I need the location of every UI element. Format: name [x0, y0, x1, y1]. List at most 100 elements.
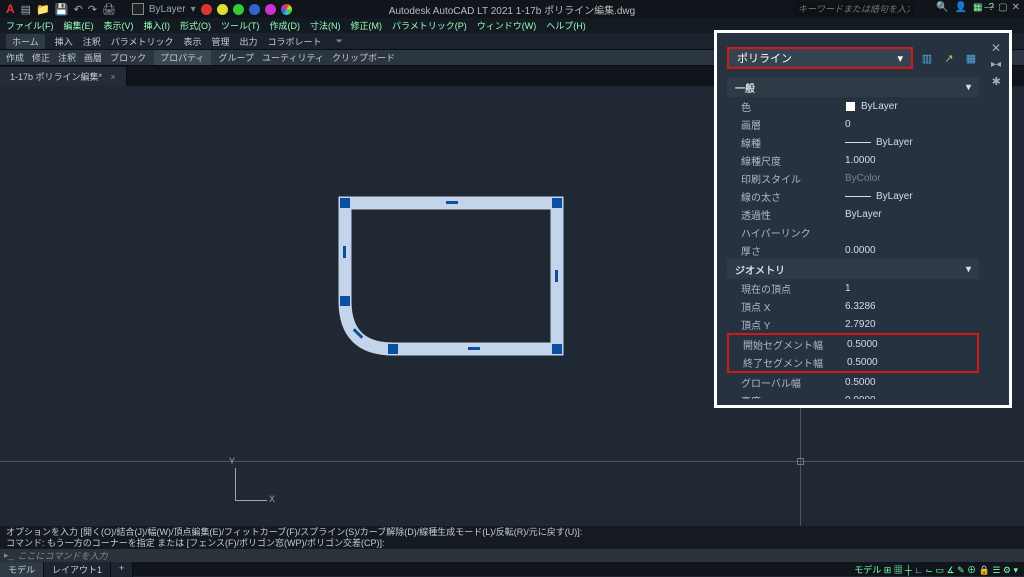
property-value[interactable]: ByLayer [845, 137, 979, 148]
property-value[interactable]: 1 [845, 283, 979, 294]
panel-block[interactable]: ブロック [110, 51, 146, 64]
layout-tab-layout1[interactable]: レイアウト1 [44, 562, 111, 577]
panel-annotation[interactable]: 注釈 [58, 51, 76, 64]
app-store-icon[interactable]: ▦ [973, 2, 982, 13]
property-value[interactable]: ByLayer [845, 191, 979, 202]
color-yellow-icon[interactable] [217, 4, 228, 15]
tab-annotate[interactable]: 注釈 [83, 35, 101, 48]
property-row[interactable]: ハイパーリンク [727, 223, 979, 241]
color-blue-icon[interactable] [249, 4, 260, 15]
property-row[interactable]: 頂点 Y2.7920 [727, 315, 979, 333]
menu-modify[interactable]: 修正(M) [351, 19, 383, 32]
section-general[interactable]: 一般 ▾ [727, 77, 979, 97]
property-row[interactable]: 頂点 X6.3286 [727, 297, 979, 315]
property-row[interactable]: 色ByLayer [727, 97, 979, 115]
help-search-input[interactable] [794, 2, 914, 16]
status-toggles[interactable]: モデル ⊞ ▦ ┼ ∟ ⌙ ▭ ∡ ✎ ⊕ 🔒 ☰ ⚙ ▾ [854, 563, 1018, 576]
property-value[interactable]: 0 [845, 119, 979, 130]
layer-color-control[interactable]: ByLayer ▾ [132, 3, 292, 15]
property-value[interactable]: 2.7920 [845, 319, 979, 330]
panel-layers[interactable]: 画層 [84, 51, 102, 64]
tab-output[interactable]: 出力 [240, 35, 258, 48]
layout-tab-model[interactable]: モデル [0, 562, 44, 577]
color-wheel-icon[interactable] [281, 4, 292, 15]
color-magenta-icon[interactable] [265, 4, 276, 15]
property-value[interactable]: 0.5000 [847, 339, 977, 350]
search-icon[interactable]: 🔍 [936, 2, 948, 13]
property-row[interactable]: 終了セグメント幅0.5000 [729, 353, 977, 371]
property-row[interactable]: 厚さ0.0000 [727, 241, 979, 259]
menu-parametric[interactable]: パラメトリック(P) [392, 19, 467, 32]
menu-tools[interactable]: ツール(T) [221, 19, 260, 32]
property-value[interactable]: 0.5000 [845, 377, 979, 388]
property-row[interactable]: 線の太さByLayer [727, 187, 979, 205]
panel-groups[interactable]: グループ [219, 51, 254, 64]
tab-view[interactable]: 表示 [184, 35, 202, 48]
maximize-button[interactable]: ▢ [998, 2, 1007, 13]
close-button[interactable]: ✕ [1012, 2, 1020, 13]
property-row[interactable]: 現在の頂点1 [727, 279, 979, 297]
property-row[interactable]: 高度0.0000 [727, 391, 979, 399]
color-green-icon[interactable] [233, 4, 244, 15]
tab-home[interactable]: ホーム [6, 34, 45, 49]
menu-edit[interactable]: 編集(E) [64, 19, 94, 32]
palette-options-icon[interactable]: ✱ [992, 75, 1001, 88]
menu-file[interactable]: ファイル(F) [6, 19, 54, 32]
panel-clipboard[interactable]: クリップボード [332, 51, 395, 64]
property-row[interactable]: 印刷スタイルByColor [727, 169, 979, 187]
tab-parametric[interactable]: パラメトリック [111, 35, 174, 48]
midpoint-grip[interactable] [446, 201, 458, 204]
signin-icon[interactable]: 👤 [955, 2, 967, 13]
property-row[interactable]: 画層0 [727, 115, 979, 133]
select-objects-icon[interactable]: ↗ [941, 50, 957, 66]
menu-insert[interactable]: 挿入(I) [144, 19, 171, 32]
property-row[interactable]: グローバル幅0.5000 [727, 373, 979, 391]
qat-open-icon[interactable]: 📁 [36, 3, 50, 16]
property-row[interactable]: 開始セグメント幅0.5000 [729, 335, 977, 353]
quick-select-icon[interactable]: ▥ [919, 50, 935, 66]
menu-view[interactable]: 表示(V) [104, 19, 134, 32]
qat-save-icon[interactable]: 💾 [55, 3, 69, 16]
tab-close-icon[interactable]: × [111, 72, 116, 82]
property-value[interactable]: 0.0000 [845, 395, 979, 400]
tab-manage[interactable]: 管理 [212, 35, 230, 48]
object-type-dropdown[interactable]: ポリライン ▾ [727, 47, 913, 69]
selected-polyline[interactable] [338, 196, 564, 356]
menu-window[interactable]: ウィンドウ(W) [477, 19, 537, 32]
property-row[interactable]: 線種ByLayer [727, 133, 979, 151]
tab-insert[interactable]: 挿入 [55, 35, 73, 48]
property-row[interactable]: 線種尺度1.0000 [727, 151, 979, 169]
midpoint-grip[interactable] [555, 270, 558, 282]
menu-format[interactable]: 形式(O) [180, 19, 211, 32]
qat-undo-icon[interactable]: ↶ [73, 3, 82, 16]
menu-help[interactable]: ヘルプ(H) [546, 19, 586, 32]
layout-tab-add[interactable]: + [111, 562, 133, 577]
property-value[interactable]: 0.5000 [847, 357, 977, 368]
midpoint-grip[interactable] [468, 347, 480, 350]
qat-print-icon[interactable]: 🖨 [102, 3, 116, 16]
property-value[interactable]: ByLayer [845, 209, 979, 220]
property-value[interactable]: 0.0000 [845, 245, 979, 256]
menu-draw[interactable]: 作成(D) [270, 19, 301, 32]
document-tab[interactable]: 1-17b ポリライン編集* × [0, 67, 127, 86]
quick-access-toolbar[interactable]: ▤ 📁 💾 ↶ ↷ 🖨 [21, 3, 116, 16]
menu-dimension[interactable]: 寸法(N) [310, 19, 341, 32]
palette-collapse-icon[interactable]: ▸◂ [991, 59, 1001, 70]
panel-properties[interactable]: プロパティ [154, 50, 210, 65]
tab-collaborate[interactable]: コラボレート [268, 35, 322, 48]
ribbon-more-icon[interactable]: ⏷ [336, 36, 343, 47]
qat-new-icon[interactable]: ▤ [21, 3, 31, 16]
panel-modify[interactable]: 修正 [32, 51, 50, 64]
property-value[interactable]: 1.0000 [845, 155, 979, 166]
midpoint-grip[interactable] [343, 246, 346, 258]
panel-draw[interactable]: 作成 [6, 51, 24, 64]
property-value[interactable]: 6.3286 [845, 301, 979, 312]
palette-close-icon[interactable]: ✕ [991, 41, 1001, 55]
section-geometry[interactable]: ジオメトリ ▾ [727, 259, 979, 279]
property-row[interactable]: 透過性ByLayer [727, 205, 979, 223]
pickadd-toggle-icon[interactable]: ▦ [963, 50, 979, 66]
qat-redo-icon[interactable]: ↷ [88, 3, 97, 16]
minimize-button[interactable]: — [984, 2, 994, 13]
color-red-icon[interactable] [201, 4, 212, 15]
command-input-line[interactable]: ▸_ ここにコマンドを入力 [0, 549, 1024, 562]
